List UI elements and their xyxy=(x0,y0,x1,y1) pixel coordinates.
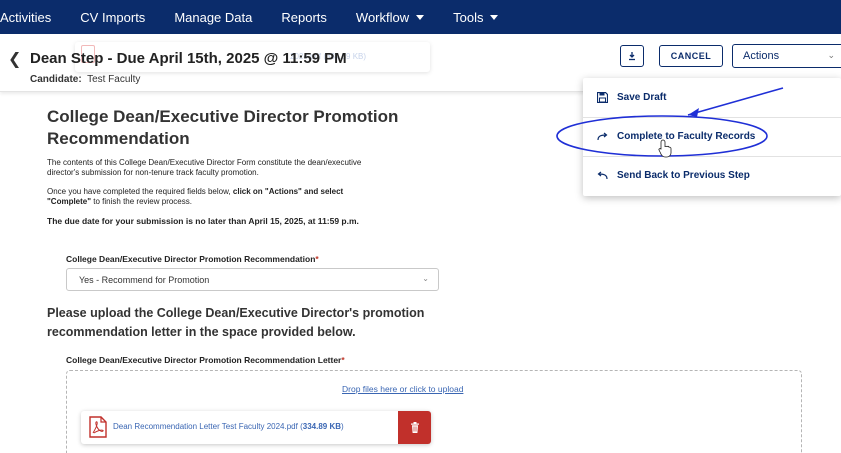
nav-item-label: CV Imports xyxy=(80,9,146,25)
chevron-down-icon: ⌄ xyxy=(422,274,429,283)
recommendation-select-value: Yes - Recommend for Promotion xyxy=(79,274,210,285)
download-button[interactable] xyxy=(620,45,644,67)
recommendation-label-text: College Dean/Executive Director Promotio… xyxy=(66,254,316,264)
due-date-note: The due date for your submission is no l… xyxy=(47,216,359,226)
candidate-label: Candidate: xyxy=(30,74,82,85)
file-dropzone[interactable]: Drop files here or click to upload Dean … xyxy=(66,370,802,453)
actions-dropdown-label: Actions xyxy=(743,50,780,62)
uploaded-file-name[interactable]: Dean Recommendation Letter Test Faculty … xyxy=(113,422,344,431)
uploaded-file-card: Dean Recommendation Letter Test Faculty … xyxy=(81,411,431,444)
instructions-suffix: to finish the review process. xyxy=(91,197,192,206)
menu-divider xyxy=(583,117,841,118)
actions-menu: Save Draft Complete to Faculty Records S… xyxy=(583,78,841,196)
file-size: 334.89 KB xyxy=(302,422,341,431)
nav-item-label: Tools xyxy=(453,9,484,25)
nav-item-workflow[interactable]: Workflow xyxy=(355,9,425,25)
candidate-value: Test Faculty xyxy=(87,74,141,85)
back-arrow-icon xyxy=(595,171,609,180)
nav-item-label: Manage Data xyxy=(174,9,253,25)
menu-item-label: Send Back to Previous Step xyxy=(617,170,750,181)
top-navigation-bar: Activities CV Imports Manage Data Report… xyxy=(0,0,841,34)
nav-item-activities[interactable]: Activities xyxy=(0,10,51,25)
actions-dropdown[interactable]: Actions ⌄ xyxy=(732,44,841,68)
drop-upload-link[interactable]: Drop files here or click to upload xyxy=(342,384,463,394)
trash-icon xyxy=(410,422,419,433)
pdf-file-icon xyxy=(89,416,107,438)
instructions-text: Once you have completed the required fie… xyxy=(47,187,387,207)
menu-item-label: Complete to Faculty Records xyxy=(617,131,756,142)
nav-item-tools[interactable]: Tools xyxy=(453,9,499,25)
chevron-down-icon: ⌄ xyxy=(827,50,835,60)
menu-item-complete-to-faculty-records[interactable]: Complete to Faculty Records xyxy=(595,131,755,142)
upload-heading: Please upload the College Dean/Executive… xyxy=(47,306,425,339)
recommendation-select[interactable]: Yes - Recommend for Promotion ⌄ xyxy=(66,268,439,291)
forward-arrow-icon xyxy=(595,132,609,141)
menu-divider xyxy=(583,156,841,157)
menu-item-send-back[interactable]: Send Back to Previous Step xyxy=(595,170,750,181)
letter-label-text: College Dean/Executive Director Promotio… xyxy=(66,355,342,365)
required-marker: * xyxy=(341,355,345,365)
menu-item-save-draft[interactable]: Save Draft xyxy=(595,92,666,103)
nav-item-reports[interactable]: Reports xyxy=(281,10,327,25)
nav-item-manage-data[interactable]: Manage Data xyxy=(174,10,252,25)
nav-item-label: Activities xyxy=(0,9,52,25)
instructions-prefix: Once you have completed the required fie… xyxy=(47,187,233,196)
chevron-left-icon[interactable]: ❮ xyxy=(8,49,21,68)
caret-down-icon xyxy=(490,14,499,20)
nav-item-cv-imports[interactable]: CV Imports xyxy=(80,10,145,25)
file-name-text: Dean Recommendation Letter Test Faculty … xyxy=(113,422,298,431)
intro-text: The contents of this College Dean/Execut… xyxy=(47,158,362,177)
save-icon xyxy=(595,92,609,103)
letter-field-label: College Dean/Executive Director Promotio… xyxy=(66,355,345,365)
cancel-button[interactable]: CANCEL xyxy=(659,45,723,67)
form-title: College Dean/Executive Director Promotio… xyxy=(47,107,399,148)
caret-down-icon xyxy=(416,14,425,20)
delete-file-button[interactable] xyxy=(398,411,431,444)
page-title: Dean Step - Due April 15th, 2025 @ 11:59… xyxy=(30,50,347,67)
menu-item-label: Save Draft xyxy=(617,92,667,103)
nav-item-label: Reports xyxy=(281,9,327,25)
download-icon xyxy=(629,52,635,61)
required-marker: * xyxy=(315,254,319,264)
candidate-info: Candidate: Test Faculty xyxy=(30,74,140,85)
nav-item-label: Workflow xyxy=(355,9,410,25)
recommendation-field-label: College Dean/Executive Director Promotio… xyxy=(66,254,319,264)
